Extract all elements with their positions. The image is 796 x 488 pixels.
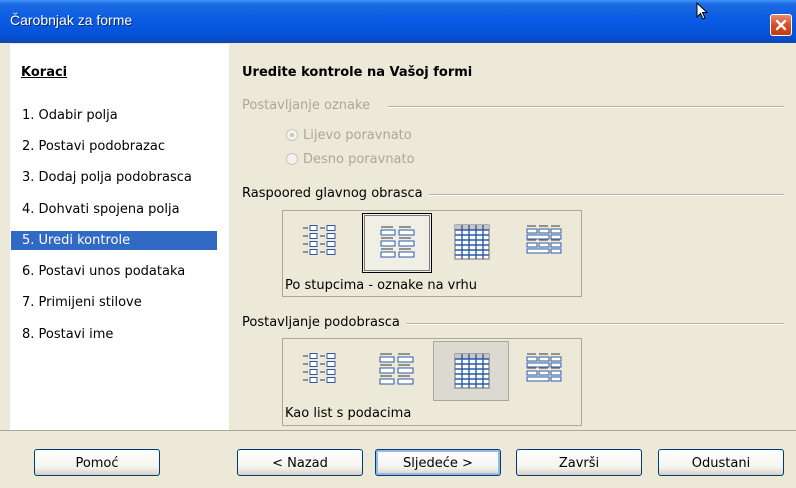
subform-layout-columnar-top[interactable] — [362, 341, 432, 401]
columnar-left-layout-icon — [303, 353, 336, 383]
mouse-cursor-icon — [696, 2, 709, 20]
step-item-apply-styles[interactable]: 7. Primijeni stilove — [11, 293, 217, 312]
label-placement-title: Postavljanje oznake — [242, 98, 377, 113]
bottom-separator — [0, 430, 796, 431]
subform-layout-separator — [404, 323, 784, 325]
columnar-top-layout-icon — [380, 226, 415, 258]
subform-layout-datasheet[interactable] — [433, 341, 509, 401]
step-item-set-data-entry[interactable]: 6. Postavi unos podataka — [11, 262, 217, 281]
content-area: Uredite kontrole na Vašoj formi Postavlj… — [230, 44, 796, 430]
window-title: Čarobnjak za forme — [10, 12, 133, 28]
step-item-add-subform-fields[interactable]: 3. Dodaj polja podobrasca — [11, 168, 217, 187]
main-layout-title: Raspoored glavnog obrasca — [242, 186, 429, 201]
main-layout-separator — [426, 194, 784, 196]
step-item-edit-controls[interactable]: 5. Uredi kontrole — [11, 231, 217, 250]
step-item-select-fields[interactable]: 1. Odabir polja — [11, 106, 217, 125]
step-item-set-name[interactable]: 8. Postavi ime — [11, 325, 217, 344]
step-item-set-subform[interactable]: 2. Postavi podobrazac — [11, 137, 217, 156]
form-wizard-dialog: Čarobnjak za forme Koraci 1. Odabir polj… — [0, 0, 796, 488]
subform-layout-block[interactable] — [509, 341, 579, 401]
finish-button[interactable]: Završi — [516, 449, 642, 476]
subform-layout-title: Postavljanje podobrasca — [242, 315, 406, 330]
main-layout-block[interactable] — [509, 213, 579, 273]
next-button[interactable]: Sljedeće > — [375, 449, 501, 476]
radio-circle — [286, 153, 298, 165]
block-layout-icon — [526, 225, 562, 254]
steps-pane: Koraci 1. Odabir polja 2. Postavi podobra… — [10, 44, 229, 430]
subform-layout-caption: Kao list s podacima — [285, 406, 412, 421]
radio-right-aligned[interactable]: Desno poravnato — [286, 152, 446, 168]
page-heading: Uredite kontrole na Vašoj formi — [242, 65, 473, 80]
radio-circle — [286, 129, 298, 141]
help-button[interactable]: Pomoć — [34, 449, 160, 476]
subform-layout-panel: Kao list s podacima — [282, 338, 582, 426]
close-button[interactable] — [770, 14, 792, 36]
title-bar[interactable]: Čarobnjak za forme — [0, 0, 796, 43]
datasheet-layout-icon — [454, 224, 490, 260]
radio-left-aligned[interactable]: Lijevo poravnato — [286, 128, 446, 144]
close-icon — [775, 19, 787, 31]
steps-title: Koraci — [21, 65, 68, 80]
main-layout-datasheet[interactable] — [437, 213, 507, 273]
step-item-get-joined-fields[interactable]: 4. Dohvati spojena polja — [11, 200, 217, 219]
label-placement-separator — [388, 106, 784, 108]
main-layout-columnar-left[interactable] — [285, 213, 355, 273]
columnar-left-layout-icon — [303, 225, 336, 255]
block-layout-icon — [526, 353, 562, 382]
back-button[interactable]: < Nazad — [237, 449, 363, 476]
cancel-button[interactable]: Odustani — [658, 449, 784, 476]
datasheet-layout-icon — [454, 353, 490, 389]
radio-left-aligned-label: Lijevo poravnato — [303, 128, 412, 143]
subform-layout-columnar-left[interactable] — [285, 341, 355, 401]
radio-right-aligned-label: Desno poravnato — [303, 152, 415, 167]
main-layout-panel: Po stupcima - oznake na vrhu — [282, 210, 582, 297]
columnar-top-layout-icon — [379, 353, 414, 385]
main-layout-columnar-top[interactable] — [362, 213, 432, 273]
main-layout-caption: Po stupcima - oznake na vrhu — [285, 278, 477, 293]
